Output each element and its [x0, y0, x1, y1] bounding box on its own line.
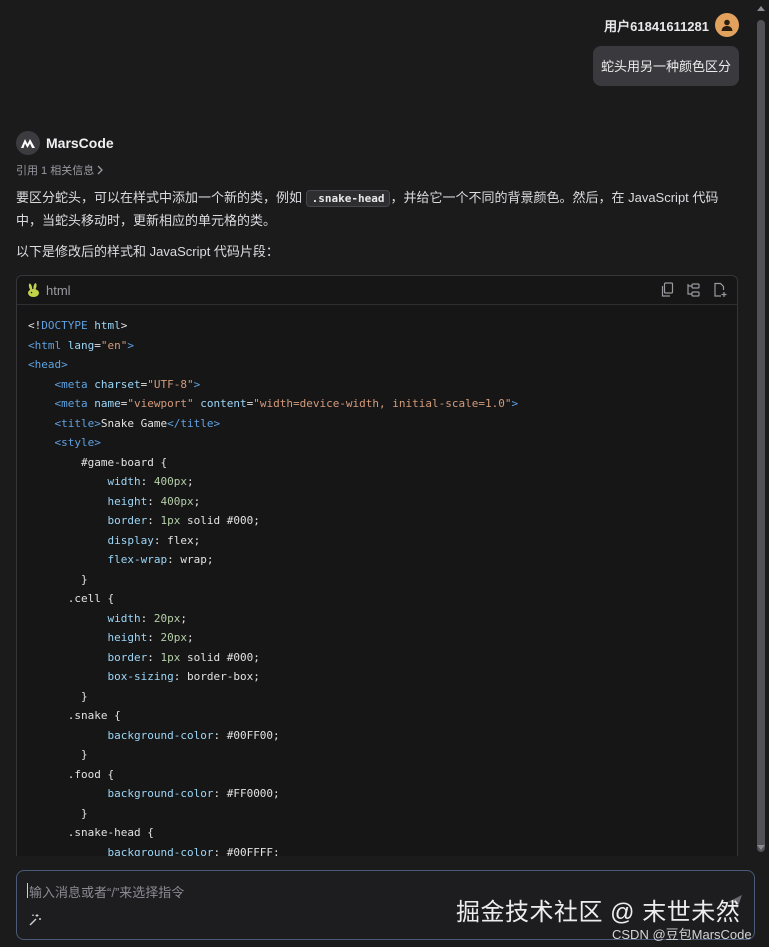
code-actions — [661, 282, 727, 298]
code-language-label: html — [46, 282, 71, 298]
insert-file-icon[interactable] — [713, 282, 727, 298]
chat-scrollbar[interactable] — [755, 20, 767, 852]
scroll-up-arrow-icon[interactable] — [757, 6, 765, 11]
reference-link[interactable]: 引用 1 相关信息 — [16, 162, 104, 178]
person-icon — [721, 19, 733, 31]
user-message-bubble: 蛇头用另一种颜色区分 — [592, 46, 739, 86]
text-caret — [27, 883, 28, 898]
code-block-header: html — [17, 276, 737, 305]
marscode-logo-icon — [16, 131, 40, 155]
magic-wand-icon[interactable] — [28, 913, 42, 927]
rabbit-icon — [28, 282, 39, 297]
answer-text-1a: 要区分蛇头，可以在样式中添加一个新的类，例如 — [16, 190, 306, 205]
copy-icon[interactable] — [661, 282, 675, 298]
chevron-right-icon — [97, 165, 104, 175]
chat-panel: 用户61841611281 蛇头用另一种颜色区分 MarsCode 引用 1 相… — [0, 0, 769, 856]
assistant-name: MarsCode — [46, 135, 114, 151]
user-header: 用户61841611281 — [604, 13, 739, 37]
code-content: <!DOCTYPE html> <html lang="en"> <head> … — [28, 319, 519, 856]
answer-paragraph-2: 以下是修改后的样式和 JavaScript 代码片段： — [16, 244, 279, 259]
user-name: 用户61841611281 — [604, 18, 709, 34]
code-block: html <!DOCTYPE html> <html lang="en"> <h… — [16, 275, 738, 856]
reference-label: 引用 1 相关信息 — [16, 165, 95, 177]
assistant-header: MarsCode — [16, 131, 114, 155]
user-avatar[interactable] — [715, 13, 739, 37]
scroll-down-arrow-icon[interactable] — [757, 845, 765, 850]
diff-icon[interactable] — [687, 282, 701, 298]
scrollbar-thumb[interactable] — [757, 20, 765, 852]
answer-paragraph-1: 要区分蛇头，可以在样式中添加一个新的类，例如 .snake-head ，并给它一个… — [16, 187, 731, 232]
message-input-placeholder[interactable]: 输入消息或者“/”来选择指令 — [29, 882, 184, 901]
watermark-main: 掘金技术社区 @ 末世未然 — [456, 899, 741, 926]
watermark-sub: CSDN @豆包MarsCode — [612, 927, 752, 942]
inline-code-snake-head: .snake-head — [305, 190, 391, 207]
